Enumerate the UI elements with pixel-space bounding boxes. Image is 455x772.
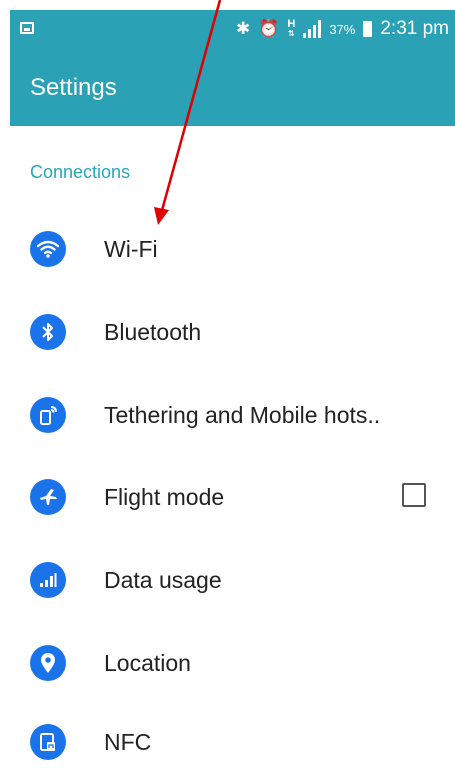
section-header-connections: Connections xyxy=(30,162,131,182)
settings-item-label: Flight mode xyxy=(104,484,225,510)
settings-item-label: Data usage xyxy=(104,567,222,593)
battery-percent: 37% xyxy=(329,21,356,37)
bluetooth-icon: ✱ xyxy=(235,19,251,38)
network-type-icon: H ⇅ xyxy=(287,18,296,39)
app-bar: Settings xyxy=(10,48,455,126)
settings-item-flight-mode[interactable]: Flight mode xyxy=(0,467,455,527)
settings-item-data-usage[interactable]: Data usage xyxy=(0,550,455,610)
settings-item-label: NFC xyxy=(104,729,152,755)
settings-item-bluetooth[interactable]: Bluetooth xyxy=(0,302,455,362)
wifi-icon xyxy=(30,231,66,267)
settings-item-nfc[interactable]: NFC xyxy=(0,712,455,772)
settings-item-label: Bluetooth xyxy=(104,319,202,345)
battery-icon xyxy=(363,21,373,37)
airplane-icon xyxy=(30,479,66,515)
nfc-icon xyxy=(30,724,66,760)
settings-item-wifi[interactable]: Wi-Fi xyxy=(0,219,455,279)
clock: 2:31 pm xyxy=(380,18,449,39)
alarm-icon: ⏰ xyxy=(258,19,280,38)
bluetooth-icon xyxy=(30,314,66,350)
status-bar: ✱ ⏰ H ⇅ 37% 2:31 pm xyxy=(10,10,455,48)
location-pin-icon xyxy=(30,645,66,681)
settings-item-label: Wi-Fi xyxy=(104,236,158,262)
signal-icon xyxy=(303,20,322,38)
settings-item-label: Tethering and Mobile hots.. xyxy=(104,402,381,428)
page-title: Settings xyxy=(30,74,117,101)
settings-item-tethering[interactable]: Tethering and Mobile hots.. xyxy=(0,385,455,445)
status-bar-indicators: ✱ ⏰ H ⇅ 37% 2:31 pm xyxy=(236,10,449,48)
settings-item-location[interactable]: Location xyxy=(0,633,455,693)
gallery-notification-icon xyxy=(20,22,34,34)
tethering-icon xyxy=(30,397,66,433)
settings-item-label: Location xyxy=(104,650,191,676)
flight-mode-checkbox[interactable] xyxy=(402,483,426,507)
data-usage-icon xyxy=(30,562,66,598)
